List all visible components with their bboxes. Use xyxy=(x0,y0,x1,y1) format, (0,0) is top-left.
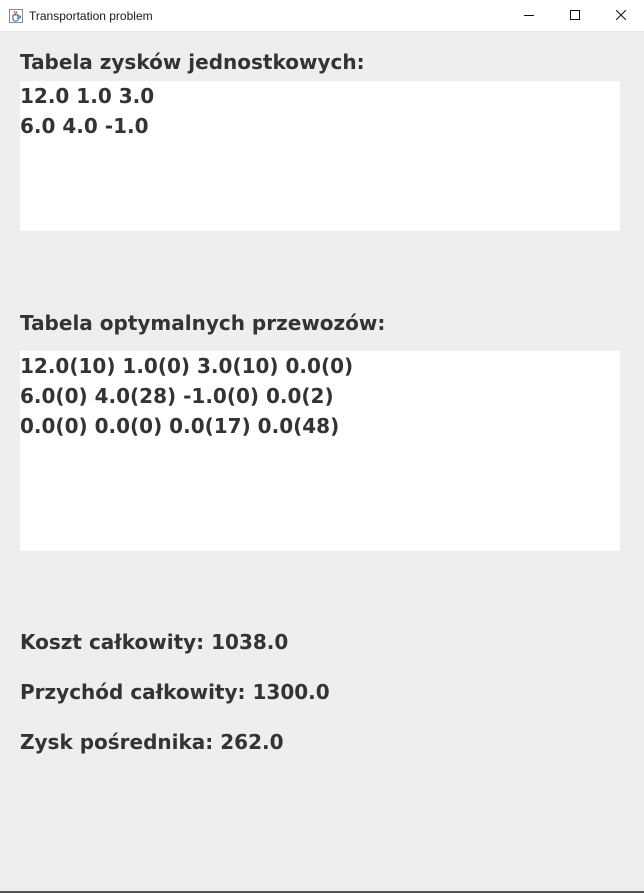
unit-profits-row: 6.0 4.0 -1.0 xyxy=(20,114,149,138)
unit-profits-textarea[interactable]: 12.0 1.0 3.0 6.0 4.0 -1.0 xyxy=(20,81,620,231)
unit-profits-row: 12.0 1.0 3.0 xyxy=(20,84,155,108)
broker-profit-label: Zysk pośrednika: 262.0 xyxy=(20,730,284,754)
window-title: Transportation problem xyxy=(29,9,153,23)
maximize-button[interactable] xyxy=(552,0,598,31)
optimal-transport-row: 6.0(0) 4.0(28) -1.0(0) 0.0(2) xyxy=(20,384,334,408)
optimal-transport-textarea[interactable]: 12.0(10) 1.0(0) 3.0(10) 0.0(0) 6.0(0) 4.… xyxy=(20,351,620,551)
close-button[interactable] xyxy=(598,0,644,31)
title-bar[interactable]: Transportation problem xyxy=(0,0,644,32)
total-revenue-label: Przychód całkowity: 1300.0 xyxy=(20,680,330,704)
minimize-icon xyxy=(524,15,534,16)
optimal-transport-row: 0.0(0) 0.0(0) 0.0(17) 0.0(48) xyxy=(20,414,340,438)
optimal-transport-row: 12.0(10) 1.0(0) 3.0(10) 0.0(0) xyxy=(20,354,354,378)
maximize-icon xyxy=(570,10,580,20)
close-icon xyxy=(616,10,626,20)
minimize-button[interactable] xyxy=(506,0,552,31)
unit-profits-label: Tabela zysków jednostkowych: xyxy=(20,50,365,74)
optimal-transport-label: Tabela optymalnych przewozów: xyxy=(20,311,386,335)
total-cost-label: Koszt całkowity: 1038.0 xyxy=(20,630,289,654)
java-cup-icon xyxy=(9,8,23,23)
